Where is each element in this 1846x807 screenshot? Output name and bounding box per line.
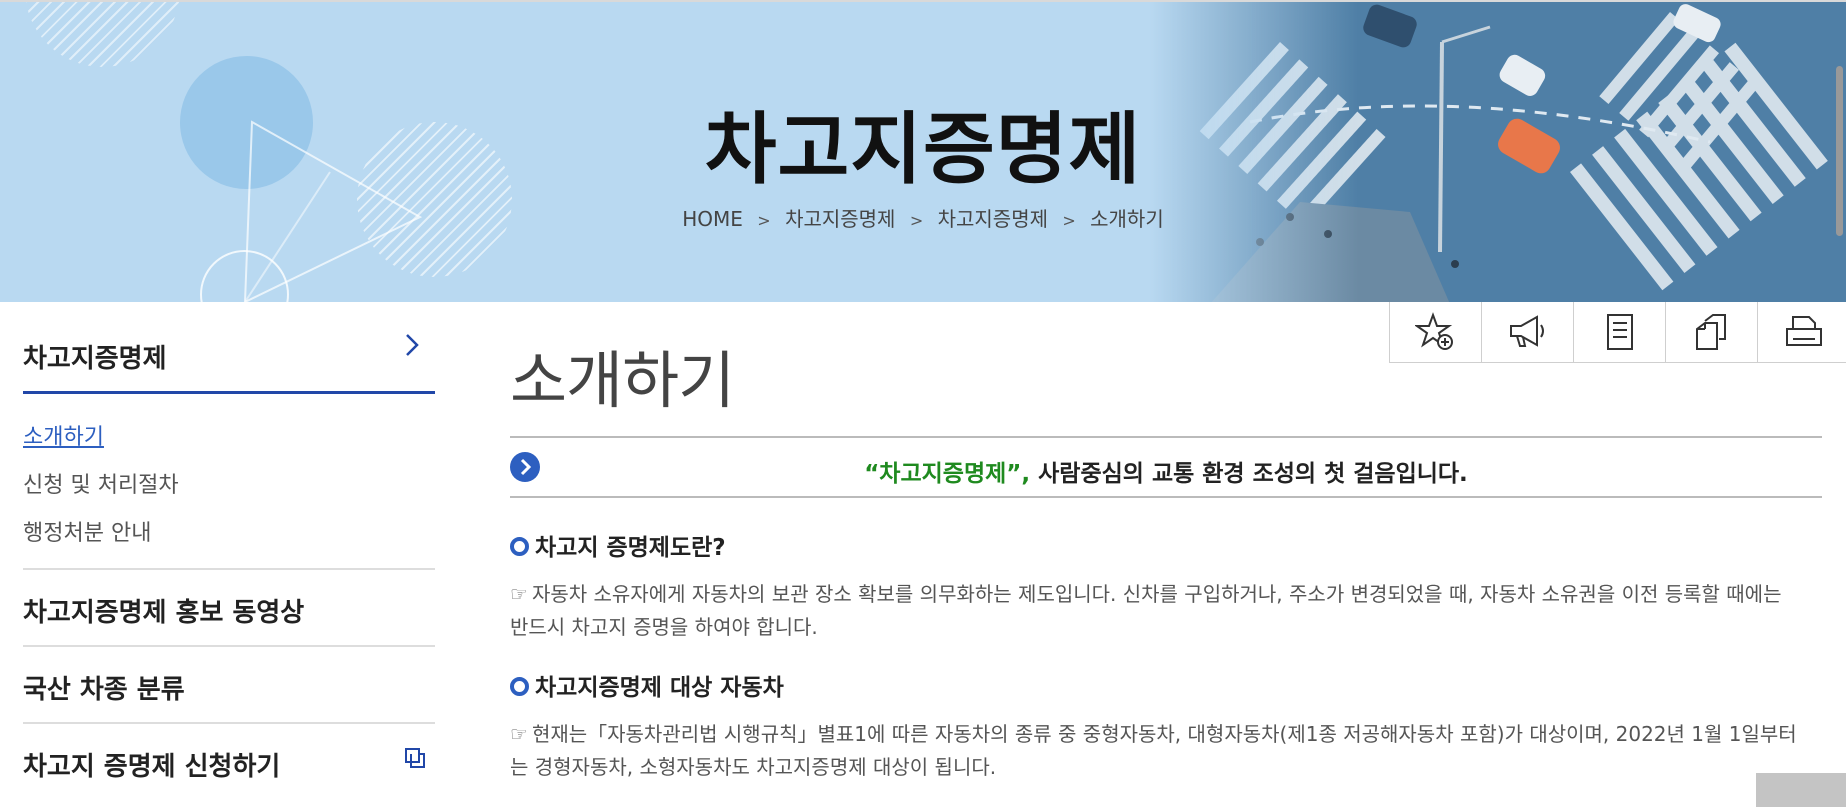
favorite-button[interactable] [1389, 302, 1482, 363]
favorite-star-icon [1414, 312, 1453, 350]
scroll-top-button[interactable] [1756, 773, 1846, 807]
breadcrumb-separator: > [757, 211, 771, 230]
circle-bullet-icon [510, 537, 529, 556]
section-heading-text: 차고지 증명제도란? [535, 535, 726, 561]
breadcrumb-home[interactable]: HOME [682, 207, 743, 231]
scrollbar[interactable] [1832, 0, 1846, 807]
megaphone-icon [1509, 315, 1544, 347]
sidebar-header-label: 차고지증명제 [23, 344, 167, 374]
breadcrumb-item[interactable]: 차고지증명제 [938, 207, 1048, 231]
section-heading-text: 차고지증명제 대상 자동차 [535, 675, 784, 701]
breadcrumb-current: 소개하기 [1090, 207, 1164, 231]
banner-title: 차고지증명제 [704, 105, 1142, 195]
sidebar-item-promo-video[interactable]: 차고지증명제 홍보 동영상 [23, 570, 435, 647]
chevron-right-icon [406, 334, 419, 356]
share-sns-button[interactable] [1481, 302, 1574, 363]
sidebar-item-admin-action[interactable]: 행정처분 안내 [23, 510, 435, 558]
breadcrumb-separator: > [1062, 211, 1076, 230]
sidebar-item-label: 국산 차종 분류 [23, 675, 185, 705]
sidebar-item-label: 차고지증명제 홍보 동영상 [23, 598, 305, 628]
sidebar-item-procedure[interactable]: 신청 및 처리절차 [23, 462, 435, 510]
sidebar-header[interactable]: 차고지증명제 [23, 302, 435, 394]
section-paragraph: ☞ 현재는「자동차관리법 시행규칙」별표1에 따른 자동차의 종류 중 중형자동차… [510, 718, 1800, 784]
external-window-icon [405, 748, 425, 768]
slogan-rest: 사람중심의 교통 환경 조성의 첫 걸음입니다. [1030, 461, 1468, 487]
breadcrumb-item[interactable]: 차고지증명제 [785, 207, 895, 231]
scrollbar-thumb[interactable] [1836, 66, 1843, 236]
copy-url-button[interactable] [1665, 302, 1758, 363]
section-text: 자동차 소유자에게 자동차의 보관 장소 확보를 의무화하는 제도입니다. 신차… [510, 582, 1782, 639]
copy-icon [1695, 314, 1726, 350]
slogan-box: “차고지증명제”, 사람중심의 교통 환경 조성의 첫 걸음입니다. [510, 436, 1822, 498]
section-text: 현재는「자동차관리법 시행규칙」별표1에 따른 자동차의 종류 중 중형자동차,… [510, 722, 1797, 779]
section-heading: 차고지증명제 대상 자동차 [510, 668, 784, 702]
slogan-quoted: “차고지증명제”, [864, 461, 1031, 487]
breadcrumb-separator: > [909, 211, 924, 230]
section-heading: 차고지 증명제도란? [510, 528, 726, 562]
section-paragraph: ☞ 자동차 소유자에게 자동차의 보관 장소 확보를 의무화하는 제도입니다. 신… [510, 578, 1800, 644]
sidebar-item-apply[interactable]: 차고지 증명제 신청하기 [23, 724, 435, 801]
slogan-text: “차고지증명제”, 사람중심의 교통 환경 조성의 첫 걸음입니다. [510, 454, 1822, 488]
circle-bullet-icon [510, 677, 529, 696]
pointing-hand-icon: ☞ [510, 722, 528, 746]
page-banner: 차고지증명제 HOME > 차고지증명제 > 차고지증명제 > 소개하기 [0, 0, 1846, 302]
utility-toolbar [1389, 302, 1846, 363]
breadcrumb: HOME > 차고지증명제 > 차고지증명제 > 소개하기 [0, 203, 1846, 232]
print-icon [1785, 316, 1822, 346]
document-button[interactable] [1573, 302, 1666, 363]
sidebar-submenu: 소개하기 신청 및 처리절차 행정처분 안내 [23, 394, 435, 570]
sidebar-nav: 차고지증명제 소개하기 신청 및 처리절차 행정처분 안내 차고지증명제 홍보 … [23, 302, 435, 801]
sidebar-item-intro[interactable]: 소개하기 [23, 414, 435, 462]
page-title: 소개하기 [510, 344, 735, 417]
sidebar-item-car-class[interactable]: 국산 차종 분류 [23, 647, 435, 724]
document-icon [1606, 314, 1633, 350]
sidebar-item-label: 차고지 증명제 신청하기 [23, 752, 281, 782]
pointing-hand-icon: ☞ [510, 582, 528, 606]
